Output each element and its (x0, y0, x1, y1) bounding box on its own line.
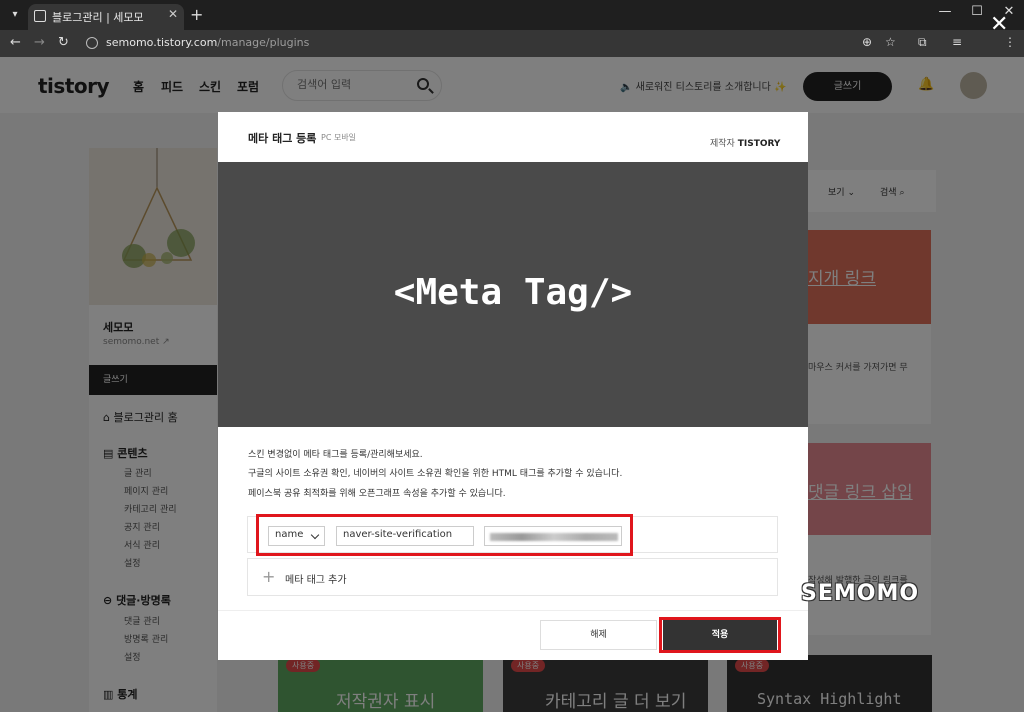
site-info-icon[interactable] (86, 37, 98, 49)
forward-icon[interactable]: → (34, 35, 45, 50)
meta-tag-modal: 메타 태그 등록 PC 모바일 제작자 TISTORY <Meta Tag/> … (218, 112, 808, 660)
modal-description: 페이스북 공유 최적화를 위해 오픈그래프 속성을 추가할 수 있습니다. (248, 489, 506, 499)
address-bar: ← → ↻ semomo.tistory.com/manage/plugins … (0, 30, 1024, 57)
modal-description: 구글의 사이트 소유권 확인, 네이버의 사이트 소유권 확인을 위한 HTML… (248, 469, 623, 479)
add-meta-tag-label: 메타 태그 추가 (285, 575, 347, 586)
maker-info: 제작자 TISTORY (710, 136, 780, 149)
overlay-close-icon[interactable]: ✕ (990, 12, 1008, 37)
tab-title: 블로그관리 | 세모모 (52, 11, 144, 24)
browser-tabbar: ▾ 블로그관리 | 세모모 ✕ + — ☐ ✕ (0, 0, 1024, 30)
plus-icon: + (262, 567, 276, 586)
url-field[interactable]: semomo.tistory.com/manage/plugins (80, 33, 910, 54)
url-host: semomo.tistory.com (106, 36, 218, 49)
maker-label: 제작자 (710, 139, 735, 149)
modal-description: 스킨 변경없이 메타 태그를 등록/관리해보세요. (248, 450, 423, 460)
plugin-banner: <Meta Tag/> (218, 162, 808, 427)
zoom-icon[interactable]: ⊕ (862, 35, 872, 49)
banner-text: <Meta Tag/> (393, 272, 633, 313)
tab-close-icon[interactable]: ✕ (168, 7, 178, 21)
highlight-box (256, 514, 633, 556)
media-icon[interactable]: ≡ (952, 35, 962, 49)
minimize-icon[interactable]: — (930, 4, 960, 19)
modal-footer: 해제 적용 (218, 610, 808, 660)
url-path: /manage/plugins (217, 36, 310, 49)
maker-name: TISTORY (737, 139, 781, 149)
back-icon[interactable]: ← (10, 35, 21, 50)
modal-subtitle: PC 모바일 (321, 133, 357, 142)
bookmark-star-icon[interactable]: ☆ (885, 35, 896, 49)
browser-tab[interactable]: 블로그관리 | 세모모 ✕ (28, 4, 184, 30)
new-tab-icon[interactable]: + (190, 5, 203, 24)
reload-icon[interactable]: ↻ (58, 35, 69, 50)
modal-title: 메타 태그 등록 (248, 132, 317, 145)
url-text: semomo.tistory.com/manage/plugins (106, 36, 309, 49)
tab-search-icon[interactable]: ▾ (6, 6, 24, 24)
watermark: SEMOMO (801, 581, 920, 606)
disable-button[interactable]: 해제 (540, 620, 657, 650)
maximize-icon[interactable]: ☐ (962, 4, 992, 19)
favicon-icon (34, 10, 46, 22)
extensions-icon[interactable]: ⧉ (918, 35, 927, 50)
browser-menu-icon[interactable]: ⋮ (1004, 35, 1016, 49)
add-meta-tag-button[interactable]: + 메타 태그 추가 (247, 558, 778, 596)
modal-header: 메타 태그 등록 PC 모바일 제작자 TISTORY (218, 112, 808, 162)
highlight-box (659, 617, 781, 653)
